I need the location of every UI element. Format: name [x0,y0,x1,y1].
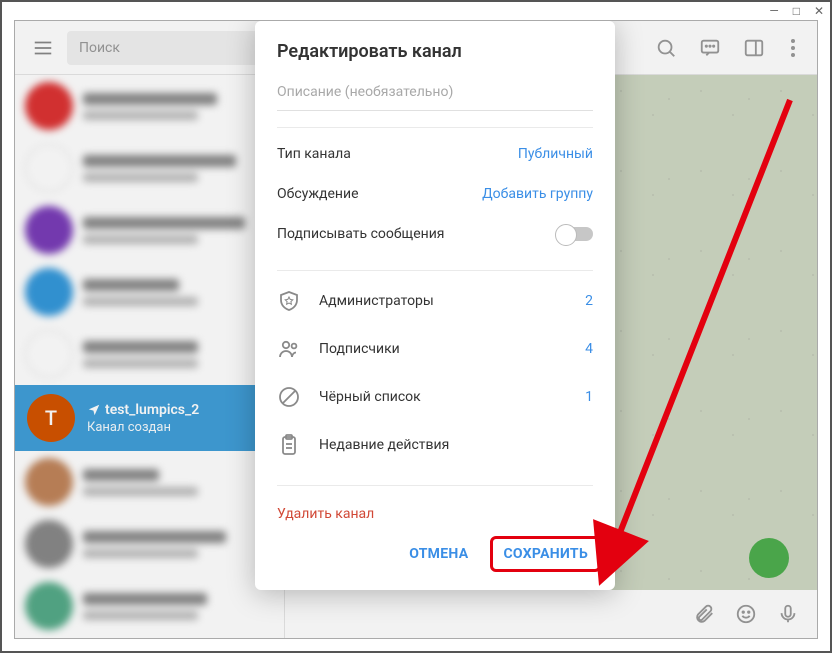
blacklist-count: 1 [585,389,593,405]
ban-icon [277,385,301,409]
discussion-value[interactable]: Добавить группу [482,186,593,202]
channel-type-label: Тип канала [277,146,351,162]
sign-messages-label: Подписывать сообщения [277,226,444,242]
recent-actions-label: Недавние действия [319,437,449,453]
clipboard-icon [277,433,301,457]
edit-channel-modal: Редактировать канал Описание (необязател… [255,21,615,590]
subscribers-row[interactable]: Подписчики 4 [277,325,593,373]
subscribers-label: Подписчики [319,341,400,357]
minimize-button[interactable]: — [769,4,778,18]
subscribers-count: 4 [585,341,593,357]
sign-messages-toggle[interactable] [557,227,593,241]
blacklist-row[interactable]: Чёрный список 1 [277,373,593,421]
close-button[interactable]: ✕ [814,4,824,18]
sign-messages-row: Подписывать сообщения [277,214,593,254]
channel-type-value[interactable]: Публичный [518,146,593,162]
recent-actions-row[interactable]: Недавние действия [277,421,593,469]
administrators-label: Администраторы [319,293,434,309]
people-icon [277,337,301,361]
channel-type-row[interactable]: Тип канала Публичный [277,134,593,174]
cancel-button[interactable]: ОТМЕНА [395,536,482,572]
window-controls: — □ ✕ [2,2,830,20]
modal-title: Редактировать канал [255,21,615,76]
description-input[interactable]: Описание (необязательно) [277,76,593,111]
administrators-row[interactable]: Администраторы 2 [277,277,593,325]
shield-icon [277,289,301,313]
discussion-row[interactable]: Обсуждение Добавить группу [277,174,593,214]
delete-channel-link[interactable]: Удалить канал [277,492,593,526]
save-button[interactable]: СОХРАНИТЬ [490,536,601,572]
administrators-count: 2 [585,293,593,309]
blacklist-label: Чёрный список [319,389,421,405]
maximize-button[interactable]: □ [793,4,800,18]
discussion-label: Обсуждение [277,186,359,202]
